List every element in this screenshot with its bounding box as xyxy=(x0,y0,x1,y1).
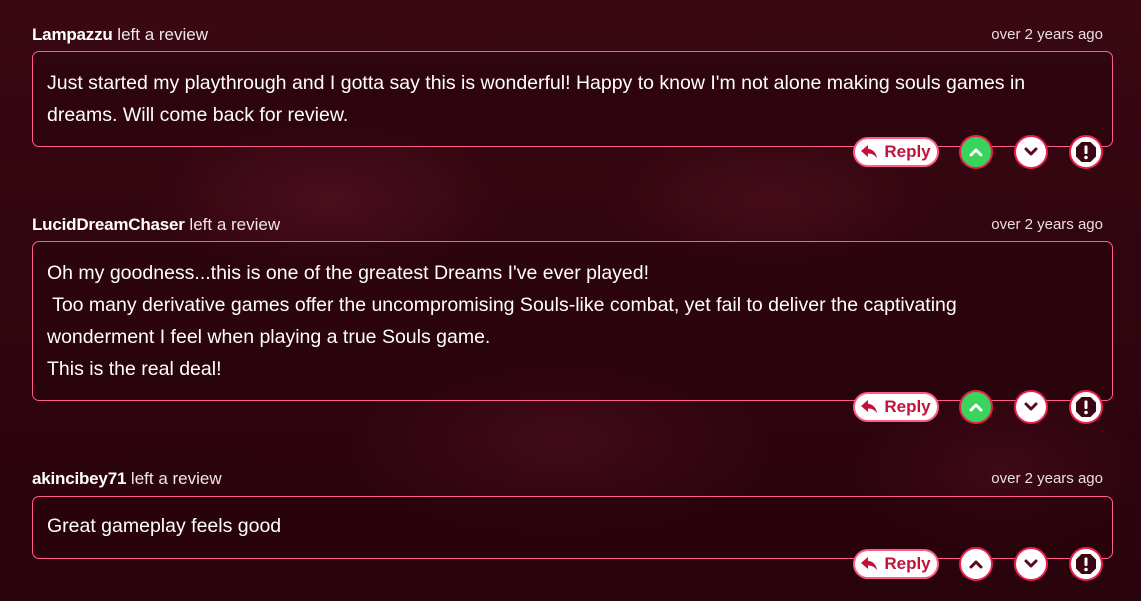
chevron-down-icon xyxy=(1024,402,1038,412)
review-body: Oh my goodness...this is one of the grea… xyxy=(32,241,1113,401)
report-button[interactable] xyxy=(1069,390,1103,424)
upvote-button[interactable] xyxy=(959,135,993,169)
review-meta: akincibey71 left a review over 2 years a… xyxy=(32,468,1113,490)
review-body-line: Oh my goodness...this is one of the grea… xyxy=(47,262,650,284)
report-alert-icon xyxy=(1075,553,1097,575)
reply-button[interactable]: Reply xyxy=(853,549,939,579)
reply-button[interactable]: Reply xyxy=(853,137,939,167)
reply-label: Reply xyxy=(884,397,931,416)
downvote-button[interactable] xyxy=(1014,547,1048,581)
review-body-line: Just started my playthrough and I gotta … xyxy=(47,72,1026,94)
review-action-text: left a review xyxy=(112,25,209,44)
reply-label: Reply xyxy=(884,554,931,573)
downvote-button[interactable] xyxy=(1014,135,1048,169)
chevron-up-icon xyxy=(969,147,983,157)
upvote-button[interactable] xyxy=(959,390,993,424)
review-item: LucidDreamChaser left a review over 2 ye… xyxy=(32,214,1113,428)
review-body-line: This is the real deal! xyxy=(47,358,222,380)
report-alert-icon xyxy=(1075,141,1097,163)
review-item: Lampazzu left a review over 2 years ago … xyxy=(32,24,1113,172)
review-actions: Reply xyxy=(853,547,1103,581)
chevron-up-icon xyxy=(969,402,983,412)
review-timestamp: over 2 years ago xyxy=(991,216,1103,233)
reply-arrow-icon xyxy=(861,400,878,414)
review-author[interactable]: akincibey71 xyxy=(32,469,126,488)
review-action-text: left a review xyxy=(126,469,222,488)
report-button[interactable] xyxy=(1069,547,1103,581)
review-actions: Reply xyxy=(853,135,1103,169)
upvote-button[interactable] xyxy=(959,547,993,581)
review-action-text: left a review xyxy=(184,215,281,234)
review-body-line: Great gameplay feels good xyxy=(47,515,282,537)
reply-label: Reply xyxy=(884,142,931,161)
review-body: Just started my playthrough and I gotta … xyxy=(32,51,1113,147)
reply-arrow-icon xyxy=(861,557,878,571)
review-timestamp: over 2 years ago xyxy=(991,26,1103,43)
review-meta: LucidDreamChaser left a review over 2 ye… xyxy=(32,214,1113,236)
review-author[interactable]: LucidDreamChaser xyxy=(32,215,185,234)
review-actions: Reply xyxy=(853,390,1103,424)
review-item: akincibey71 left a review over 2 years a… xyxy=(32,468,1113,584)
reply-button[interactable]: Reply xyxy=(853,392,939,422)
report-alert-icon xyxy=(1075,396,1097,418)
review-author[interactable]: Lampazzu xyxy=(32,25,113,44)
review-body-line: dreams. Will come back for review. xyxy=(47,104,349,126)
chevron-down-icon xyxy=(1024,559,1038,569)
review-body-line: wonderment I feel when playing a true So… xyxy=(47,326,491,348)
review-body-line: Too many derivative games offer the unco… xyxy=(47,294,957,316)
downvote-button[interactable] xyxy=(1014,390,1048,424)
report-button[interactable] xyxy=(1069,135,1103,169)
review-meta: Lampazzu left a review over 2 years ago xyxy=(32,24,1113,46)
review-timestamp: over 2 years ago xyxy=(991,470,1103,487)
chevron-up-icon xyxy=(969,559,983,569)
reply-arrow-icon xyxy=(861,145,878,159)
chevron-down-icon xyxy=(1024,147,1038,157)
